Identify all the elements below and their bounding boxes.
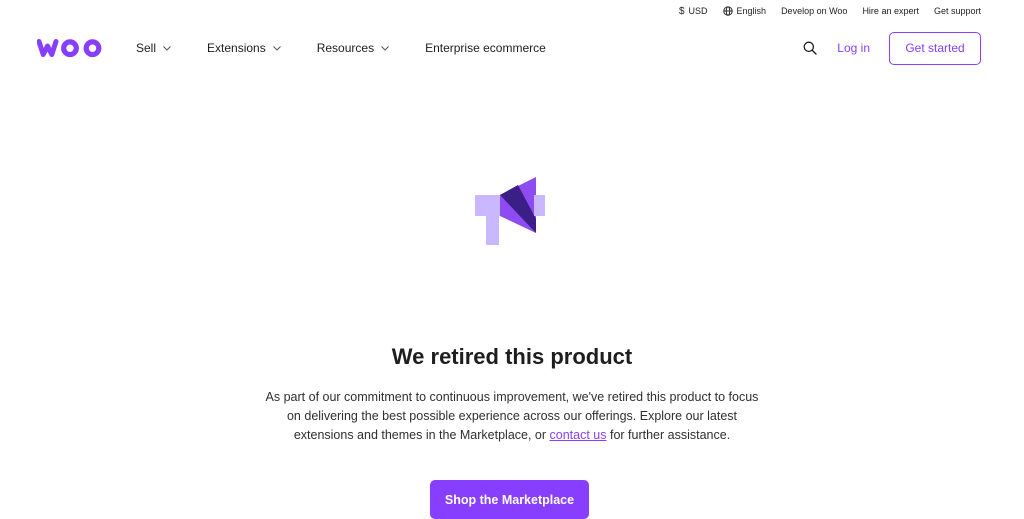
currency-selector[interactable]: $ USD — [679, 6, 708, 17]
nav-links: Sell Extensions Resources Enterprise eco… — [136, 22, 582, 74]
contact-us-link[interactable]: contact us — [550, 428, 607, 442]
main-nav: Sell Extensions Resources Enterprise eco… — [0, 22, 1024, 74]
chevron-down-icon — [272, 46, 281, 51]
nav-item-resources[interactable]: Resources — [317, 41, 389, 55]
page-title: We retired this product — [391, 344, 633, 369]
dollar-icon: $ — [678, 5, 685, 17]
globe-icon — [722, 6, 733, 16]
search-icon — [803, 41, 817, 55]
utility-bar: $ USD English Develop on Woo Hire an exp… — [0, 0, 1024, 22]
search-button[interactable] — [803, 41, 817, 55]
retired-message: As part of our commitment to continuous … — [265, 390, 759, 442]
login-link[interactable]: Log in — [837, 41, 870, 55]
chevron-down-icon — [163, 46, 171, 51]
language-label: English — [736, 6, 767, 16]
nav-item-extensions[interactable]: Extensions — [207, 41, 281, 55]
woo-logo[interactable] — [36, 37, 103, 64]
language-selector[interactable]: English — [722, 6, 767, 16]
shop-marketplace-button[interactable]: Shop the Marketplace — [430, 480, 589, 519]
chevron-down-icon — [381, 46, 389, 51]
get-started-button[interactable]: Get started — [889, 31, 981, 65]
currency-label: USD — [688, 6, 708, 16]
nav-item-enterprise[interactable]: Enterprise ecommerce — [425, 41, 546, 55]
hire-expert-link[interactable]: Hire an expert — [862, 6, 919, 16]
develop-link[interactable]: Develop on Woo — [781, 6, 847, 16]
megaphone-icon — [475, 177, 545, 245]
retired-notice: We retired this product As part of our c… — [0, 74, 1024, 519]
nav-actions: Log in Get started — [803, 22, 981, 74]
nav-item-sell[interactable]: Sell — [136, 41, 171, 55]
get-support-link[interactable]: Get support — [934, 6, 981, 16]
